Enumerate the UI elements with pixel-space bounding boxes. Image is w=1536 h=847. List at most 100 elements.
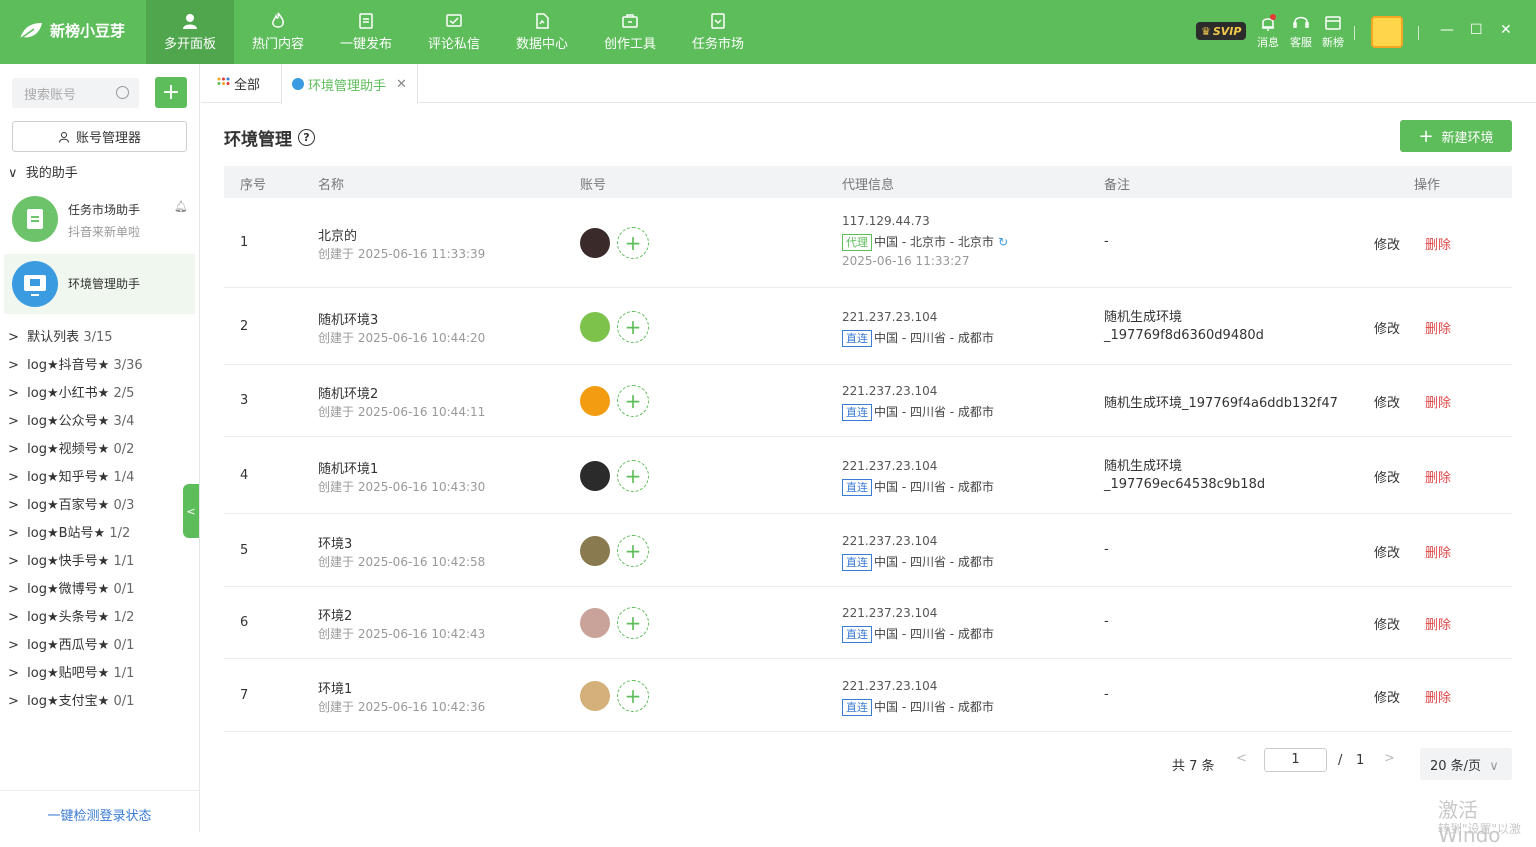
search-icon[interactable]: [116, 86, 129, 99]
add-account-to-env-button[interactable]: +: [617, 679, 649, 712]
account-avatar[interactable]: [580, 460, 610, 491]
account-avatar[interactable]: [580, 228, 610, 258]
proxy-location: 中国 - 四川省 - 成都市: [874, 627, 994, 641]
sidebar-group[interactable]: > log★公众号★ 3/4: [8, 410, 134, 429]
sidebar-group[interactable]: > log★头条号★ 1/2: [8, 606, 134, 625]
page-number-input[interactable]: 1: [1264, 748, 1327, 772]
env-icon: [292, 78, 304, 90]
helper-title: 环境管理助手: [68, 277, 141, 291]
edit-button[interactable]: 修改: [1374, 614, 1400, 633]
chevron-right-icon: >: [8, 386, 19, 401]
help-icon[interactable]: ?: [298, 129, 315, 146]
tab-all[interactable]: 全部: [217, 64, 260, 103]
delete-button[interactable]: 删除: [1425, 542, 1451, 561]
nav-label: 一键发布: [339, 37, 392, 52]
sidebar-group[interactable]: > log★小红书★ 2/5: [8, 382, 134, 401]
sidebar-group[interactable]: > log★百家号★ 0/3: [8, 494, 134, 513]
delete-button[interactable]: 删除: [1425, 614, 1451, 633]
nav-comments[interactable]: 评论私信: [410, 0, 498, 64]
tab-env-manager[interactable]: 环境管理助手 ✕: [281, 64, 418, 104]
add-account-to-env-button[interactable]: +: [617, 310, 649, 343]
proxy-location: 中国 - 四川省 - 成都市: [874, 479, 994, 494]
group-count: 3/36: [113, 358, 143, 373]
sidebar-group[interactable]: > log★西瓜号★ 0/1: [8, 634, 134, 653]
edit-button[interactable]: 修改: [1374, 318, 1400, 337]
prev-page-icon[interactable]: <: [1236, 751, 1247, 766]
sidebar-group[interactable]: > log★B站号★ 1/2: [8, 522, 130, 541]
group-name: log★抖音号★: [27, 358, 110, 373]
sidebar-group[interactable]: > log★抖音号★ 3/36: [8, 354, 143, 373]
svip-badge[interactable]: ♛ SVIP: [1196, 22, 1247, 40]
chevron-down-icon: ∨: [1489, 759, 1499, 774]
helper-env-manager[interactable]: 环境管理助手: [4, 254, 195, 314]
account-avatar[interactable]: [580, 535, 610, 566]
add-account-to-env-button[interactable]: +: [617, 607, 649, 639]
nav-creation-tools[interactable]: 创作工具: [586, 0, 674, 64]
close-icon[interactable]: ✕: [1500, 22, 1512, 38]
chevron-down-icon: ∨: [8, 166, 18, 181]
my-helpers-toggle[interactable]: ∨ 我的助手: [8, 162, 78, 181]
edit-button[interactable]: 修改: [1374, 392, 1400, 411]
service-button[interactable]: 客服: [1290, 14, 1312, 50]
message-icon: [446, 14, 462, 27]
nav-multi-panel[interactable]: 多开面板: [146, 0, 234, 64]
check-login-status-link[interactable]: 一键检测登录状态: [0, 790, 199, 824]
col-header-account: 账号: [580, 178, 607, 193]
account-manager-button[interactable]: 账号管理器: [12, 121, 187, 152]
task-helper-icon: [12, 196, 58, 242]
add-account-to-env-button[interactable]: +: [617, 459, 649, 492]
sidebar-group[interactable]: > log★快手号★ 1/1: [8, 550, 134, 569]
add-account-button[interactable]: +: [155, 77, 187, 108]
group-name: 默认列表: [27, 330, 80, 345]
delete-button[interactable]: 删除: [1425, 234, 1451, 253]
leaf-icon: [19, 22, 42, 40]
sidebar-group[interactable]: > log★视频号★ 0/2: [8, 438, 134, 457]
account-avatar[interactable]: [580, 311, 610, 342]
proxy-type-tag: 直连: [842, 626, 872, 643]
new-environment-button[interactable]: + 新建环境: [1400, 120, 1512, 152]
account-search-input[interactable]: 搜索账号: [12, 78, 139, 108]
nav-data-center[interactable]: 数据中心: [498, 0, 586, 64]
nav-task-market[interactable]: 任务市场: [674, 0, 762, 64]
helper-task-market[interactable]: 任务市场助手 抖音来新单啦 🔔︎: [4, 188, 195, 248]
nav-hot-content[interactable]: 热门内容: [234, 0, 322, 64]
edit-button[interactable]: 修改: [1374, 542, 1400, 561]
close-tab-icon[interactable]: ✕: [396, 77, 407, 92]
user-avatar[interactable]: [1371, 16, 1403, 48]
data-icon: [536, 13, 549, 29]
account-avatar[interactable]: [580, 608, 610, 638]
sidebar-group[interactable]: > log★微博号★ 0/1: [8, 578, 134, 597]
add-account-to-env-button[interactable]: +: [617, 227, 649, 259]
delete-button[interactable]: 删除: [1425, 318, 1451, 337]
edit-button[interactable]: 修改: [1374, 687, 1400, 706]
add-account-to-env-button[interactable]: +: [617, 534, 649, 567]
group-name: log★小红书★: [27, 386, 110, 401]
messages-button[interactable]: 消息: [1257, 14, 1279, 50]
delete-button[interactable]: 删除: [1425, 687, 1451, 706]
delete-button[interactable]: 删除: [1425, 467, 1451, 486]
maximize-icon[interactable]: ☐: [1470, 22, 1483, 38]
sidebar-group[interactable]: > 默认列表 3/15: [8, 326, 113, 345]
sidebar-group[interactable]: > log★知乎号★ 1/4: [8, 466, 134, 485]
collapse-sidebar-button[interactable]: <: [183, 484, 199, 538]
bell-icon[interactable]: 🔔︎: [174, 200, 188, 213]
refresh-icon[interactable]: ↻: [998, 235, 1008, 249]
sidebar-group[interactable]: > log★贴吧号★ 1/1: [8, 662, 134, 681]
add-account-to-env-button[interactable]: +: [617, 385, 649, 417]
account-avatar[interactable]: [580, 680, 610, 711]
proxy-location: 中国 - 四川省 - 成都市: [874, 330, 994, 345]
delete-button[interactable]: 删除: [1425, 392, 1451, 411]
newbang-button[interactable]: 新榜: [1322, 14, 1344, 50]
minimize-icon[interactable]: —: [1440, 22, 1454, 38]
next-page-icon[interactable]: >: [1384, 751, 1395, 766]
edit-button[interactable]: 修改: [1374, 234, 1400, 253]
proxy-ip: 221.237.23.104: [842, 678, 938, 693]
proxy-location: 中国 - 北京市 - 北京市: [874, 235, 994, 249]
sidebar-group[interactable]: > log★支付宝★ 0/1: [8, 690, 134, 709]
page-size-select[interactable]: 20 条/页 ∨: [1420, 748, 1512, 780]
nav-publish[interactable]: 一键发布: [322, 0, 410, 64]
account-manager-label: 账号管理器: [75, 131, 141, 146]
account-avatar[interactable]: [580, 386, 610, 416]
edit-button[interactable]: 修改: [1374, 467, 1400, 486]
group-count: 0/1: [113, 638, 135, 653]
